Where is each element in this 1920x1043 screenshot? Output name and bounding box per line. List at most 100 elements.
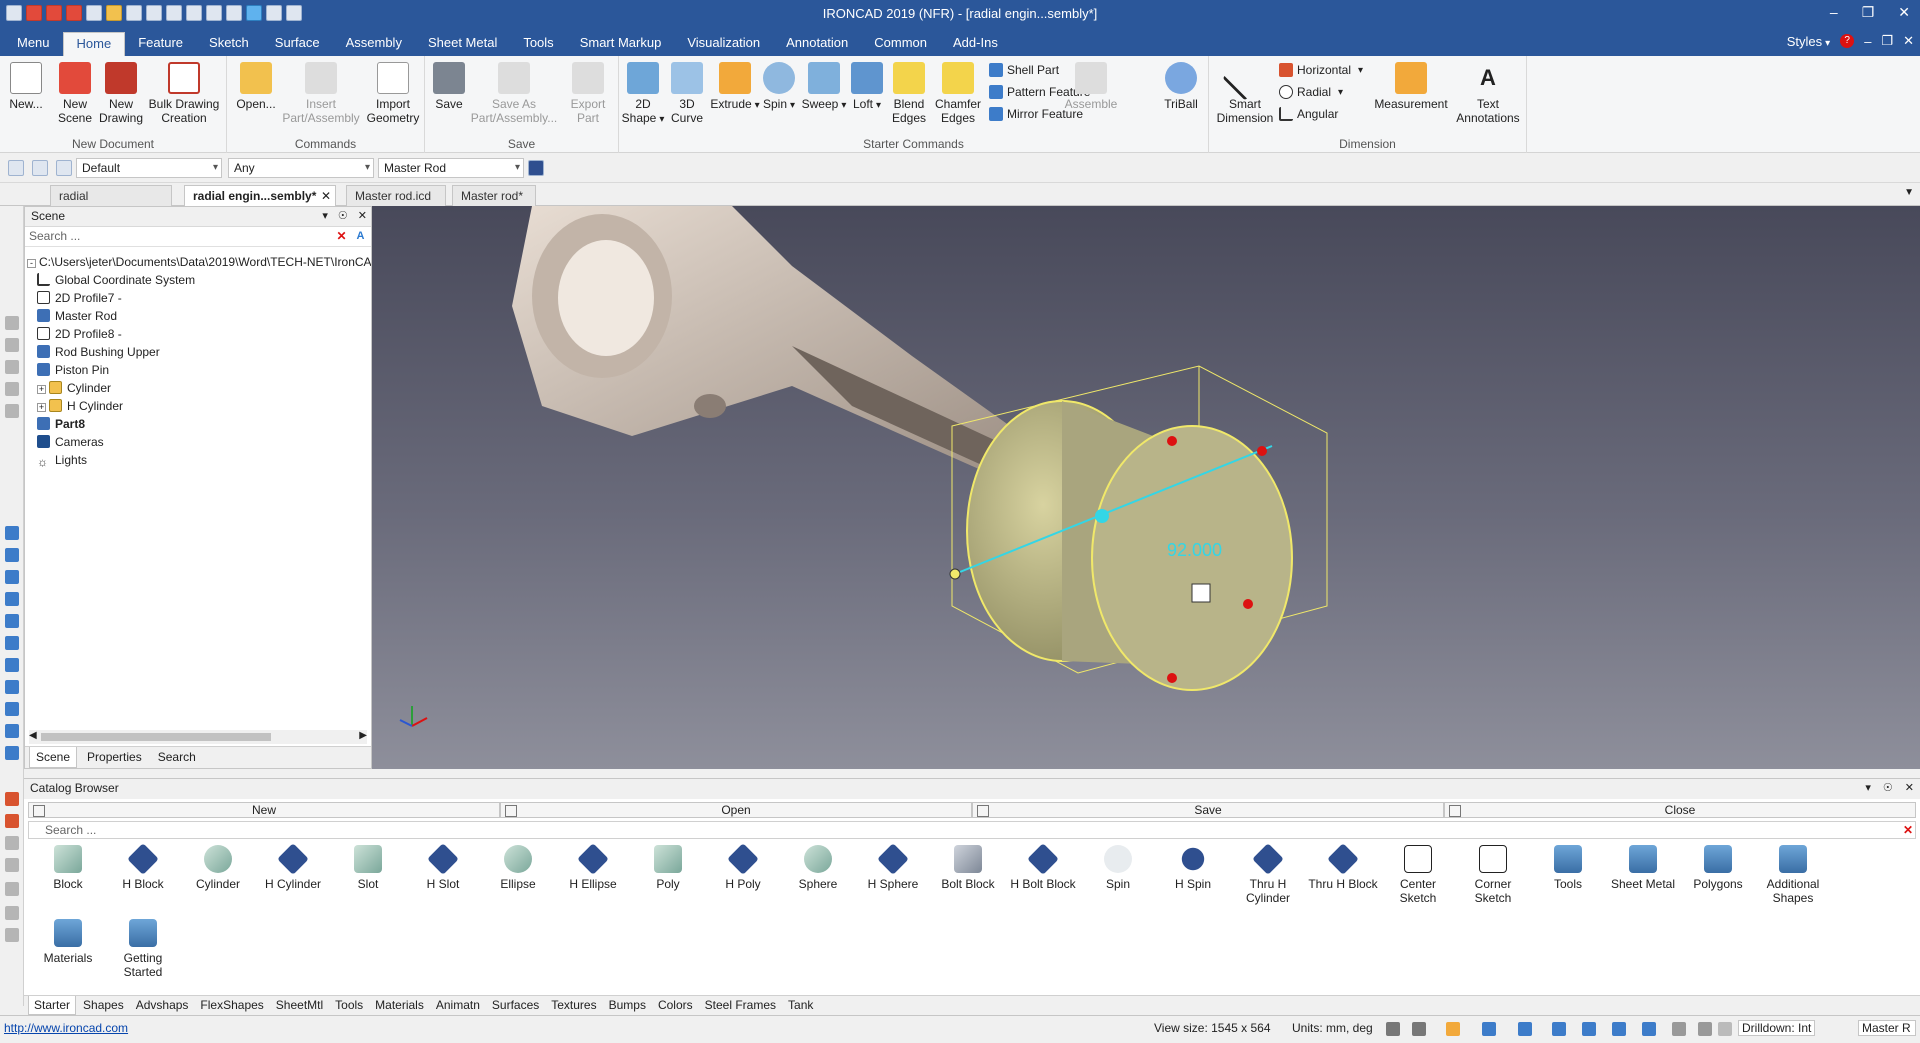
catalog-item-corner-sketch[interactable]: Corner Sketch bbox=[1457, 841, 1529, 905]
catalog-tab-colors[interactable]: Colors bbox=[653, 996, 698, 1015]
help-icon[interactable]: ? bbox=[1840, 34, 1855, 48]
catalog-tab-tank[interactable]: Tank bbox=[783, 996, 818, 1015]
tree-item-piston-pin[interactable]: Piston Pin bbox=[27, 361, 371, 379]
import-geometry-button[interactable]: Import Geometry bbox=[365, 62, 421, 125]
catalog-item-block[interactable]: Block bbox=[32, 841, 104, 891]
assemble-button[interactable]: Assemble bbox=[1061, 62, 1121, 111]
part-tool-icon[interactable] bbox=[5, 702, 19, 716]
tree-item-cameras[interactable]: Cameras bbox=[27, 433, 371, 451]
styles-dropdown[interactable]: Styles bbox=[1787, 34, 1830, 49]
catalog-item-h-poly[interactable]: H Poly bbox=[707, 841, 779, 891]
part-tool-icon[interactable] bbox=[5, 548, 19, 562]
ribbon-close-button[interactable]: ✕ bbox=[1903, 33, 1914, 49]
tree-item-rod-bushing-upper[interactable]: Rod Bushing Upper bbox=[27, 343, 371, 361]
scene-search-input[interactable]: Search ... ✕ A bbox=[25, 227, 371, 247]
tab-visualization[interactable]: Visualization bbox=[674, 32, 773, 56]
view-tool-icon[interactable] bbox=[5, 338, 19, 352]
selected-cylinder-part[interactable] bbox=[949, 365, 1328, 691]
catalog-item-spin[interactable]: Spin bbox=[1082, 841, 1154, 891]
doc-tab-radial-sembly[interactable]: radial engin...sembly* ✕ bbox=[184, 185, 336, 206]
text-annotations-button[interactable]: A Text Annotations bbox=[1453, 62, 1523, 125]
catalog-item-tools[interactable]: Tools bbox=[1532, 841, 1604, 891]
tabs-overflow-icon[interactable]: ▼ bbox=[1904, 187, 1914, 198]
view-orientation-icon[interactable] bbox=[1482, 1022, 1496, 1036]
select-icon[interactable] bbox=[8, 160, 24, 176]
render-icon[interactable] bbox=[1552, 1022, 1566, 1036]
chamfer-edges-button[interactable]: Chamfer Edges bbox=[933, 62, 983, 125]
minimize-button[interactable]: – bbox=[1830, 4, 1838, 21]
catalog-item-additional-shapes[interactable]: Additional Shapes bbox=[1757, 841, 1829, 905]
catalog-new-button[interactable]: New bbox=[28, 802, 500, 818]
tree-item-cylinder[interactable]: + Cylinder bbox=[27, 379, 371, 397]
pointer-icon[interactable] bbox=[1718, 1022, 1732, 1036]
triball-button[interactable]: TriBall bbox=[1159, 62, 1203, 111]
part-tool-icon[interactable] bbox=[5, 592, 19, 606]
tab-tools[interactable]: Tools bbox=[510, 32, 566, 56]
sketch-tool-icon[interactable] bbox=[5, 814, 19, 828]
tab-assembly[interactable]: Assembly bbox=[333, 32, 415, 56]
save-as-part-assembly-button[interactable]: Save As Part/Assembly... bbox=[471, 62, 557, 125]
tree-item-master-rod[interactable]: Master Rod bbox=[27, 307, 371, 325]
part-tool-icon[interactable] bbox=[5, 724, 19, 738]
catalog-tab-tools[interactable]: Tools bbox=[330, 996, 368, 1015]
section-icon[interactable] bbox=[1642, 1022, 1656, 1036]
catalog-tab-surfaces[interactable]: Surfaces bbox=[487, 996, 544, 1015]
tab-search[interactable]: Search bbox=[152, 747, 202, 768]
panel-menu-icon[interactable]: ▾ bbox=[322, 207, 328, 226]
close-button[interactable]: ✕ bbox=[1898, 4, 1910, 21]
horizontal-dimension-button[interactable]: Horizontal bbox=[1279, 63, 1363, 77]
scene-horizontal-scrollbar[interactable]: ◀ ▶ bbox=[29, 730, 367, 744]
catalog-item-h-slot[interactable]: H Slot bbox=[407, 841, 479, 891]
catalog-item-h-spin[interactable]: H Spin bbox=[1157, 841, 1229, 891]
panel-menu-icon[interactable]: ▾ bbox=[1865, 779, 1871, 798]
blend-edges-button[interactable]: Blend Edges bbox=[889, 62, 929, 125]
tree-item-path[interactable]: - C:\Users\jeter\Documents\Data\2019\Word… bbox=[27, 253, 371, 271]
sketch-tool-icon[interactable] bbox=[5, 836, 19, 850]
part-tool-icon[interactable] bbox=[5, 526, 19, 540]
shading-icon[interactable] bbox=[1582, 1022, 1596, 1036]
catalog-item-h-sphere[interactable]: H Sphere bbox=[857, 841, 929, 891]
part-tool-icon[interactable] bbox=[5, 636, 19, 650]
tree-item-part8[interactable]: Part8 bbox=[27, 415, 371, 433]
export-part-button[interactable]: Export Part bbox=[563, 62, 613, 125]
tab-feature[interactable]: Feature bbox=[125, 32, 196, 56]
tab-smart-markup[interactable]: Smart Markup bbox=[567, 32, 675, 56]
close-tab-icon[interactable]: ✕ bbox=[321, 186, 331, 206]
catalog-tab-sheetmtl[interactable]: SheetMtl bbox=[271, 996, 328, 1015]
tree-item-2d-profile7[interactable]: 2D Profile7 - bbox=[27, 289, 371, 307]
style-combo[interactable]: Default ▾ bbox=[76, 158, 222, 178]
tab-annotation[interactable]: Annotation bbox=[773, 32, 861, 56]
spin-button[interactable]: Spin bbox=[759, 62, 799, 113]
clear-search-icon[interactable]: ✕ bbox=[334, 229, 349, 244]
search-options-icon[interactable]: A bbox=[353, 229, 368, 244]
shell-part-button[interactable]: Shell Part bbox=[989, 63, 1059, 77]
catalog-tab-advshaps[interactable]: Advshaps bbox=[131, 996, 194, 1015]
catalog-open-button[interactable]: Open bbox=[500, 802, 972, 818]
sketch-tool-icon[interactable] bbox=[5, 882, 19, 896]
catalog-item-h-ellipse[interactable]: H Ellipse bbox=[557, 841, 629, 891]
view-box-icon[interactable] bbox=[1446, 1022, 1460, 1036]
display-icon[interactable] bbox=[1612, 1022, 1626, 1036]
tab-add-ins[interactable]: Add-Ins bbox=[940, 32, 1011, 56]
pointer-icon[interactable] bbox=[32, 160, 48, 176]
catalog-tab-textures[interactable]: Textures bbox=[546, 996, 601, 1015]
sketch-tool-icon[interactable] bbox=[5, 906, 19, 920]
drilldown-select[interactable]: Drilldown: Int bbox=[1738, 1020, 1816, 1036]
dimension-label[interactable]: 92.000 bbox=[1167, 540, 1222, 560]
tab-common[interactable]: Common bbox=[861, 32, 940, 56]
panel-close-icon[interactable]: ✕ bbox=[358, 207, 367, 226]
smart-dimension-button[interactable]: Smart Dimension bbox=[1215, 55, 1275, 125]
catalog-item-h-bolt-block[interactable]: H Bolt Block bbox=[1007, 841, 1079, 891]
hierarchy-icon[interactable] bbox=[528, 160, 544, 176]
3d-curve-button[interactable]: 3D Curve bbox=[667, 62, 707, 125]
doc-tab-radial-bly[interactable]: radial engin...bly.icd bbox=[50, 185, 172, 223]
catalog-item-slot[interactable]: Slot bbox=[332, 841, 404, 891]
3d-viewport[interactable]: 92.000 bbox=[372, 206, 1920, 769]
catalog-item-center-sketch[interactable]: Center Sketch bbox=[1382, 841, 1454, 905]
tab-home[interactable]: Home bbox=[62, 32, 126, 56]
catalog-item-bolt-block[interactable]: Bolt Block bbox=[932, 841, 1004, 891]
zoom-icon[interactable] bbox=[1386, 1022, 1400, 1036]
catalog-tab-materials[interactable]: Materials bbox=[370, 996, 429, 1015]
catalog-item-materials[interactable]: Materials bbox=[32, 915, 104, 965]
catalog-tab-steel-frames[interactable]: Steel Frames bbox=[700, 996, 781, 1015]
